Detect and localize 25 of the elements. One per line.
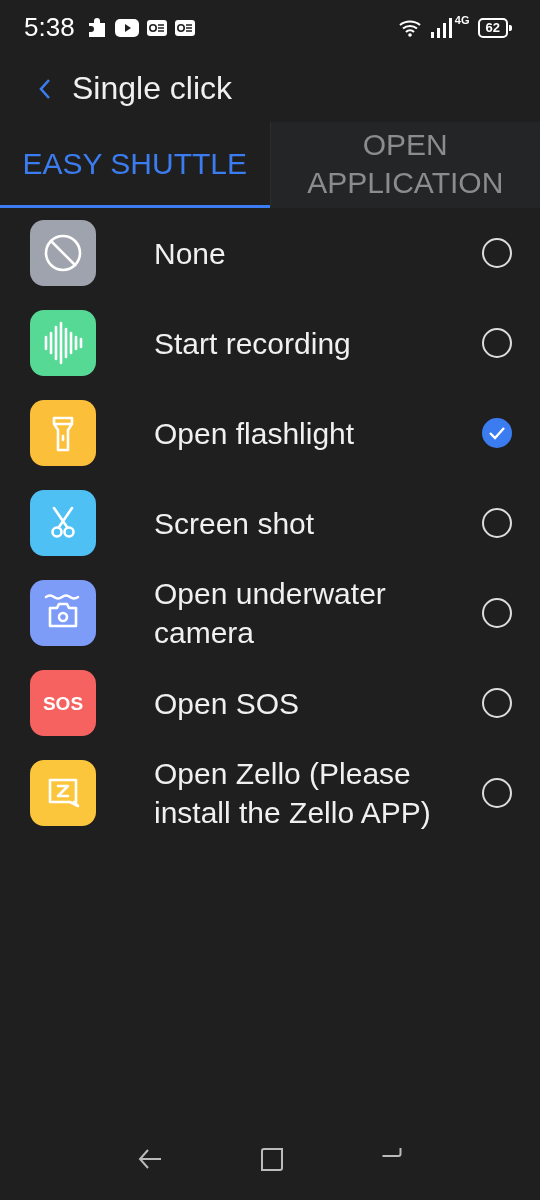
app-icon [146, 19, 167, 36]
puzzle-icon [86, 16, 107, 39]
page-title: Single click [72, 70, 233, 107]
check-icon [488, 426, 506, 440]
back-arrow-icon [137, 1147, 163, 1171]
option-label[interactable]: None [154, 233, 482, 273]
radio-button[interactable] [482, 418, 512, 448]
app-icon [174, 19, 195, 36]
play-icon [114, 18, 139, 37]
home-button[interactable] [259, 1146, 285, 1172]
recents-icon [381, 1147, 403, 1157]
square-icon [259, 1146, 285, 1172]
sos-icon: SOS [30, 670, 96, 736]
back-button[interactable] [137, 1147, 163, 1171]
wifi-icon [398, 18, 423, 37]
tab[interactable]: OPEN APPLICATION [269, 122, 540, 208]
option-label[interactable]: Open underwater camera [154, 574, 482, 652]
option-label[interactable]: Open flashlight [154, 413, 482, 453]
signal-icon [430, 17, 453, 38]
option-label[interactable]: Open Zello (Please install the Zello APP) [154, 754, 482, 832]
network-type: 4G [454, 14, 470, 26]
option-label[interactable]: Start recording [154, 323, 482, 363]
clock-time: 5:38 [24, 12, 75, 43]
option-label[interactable]: Open SOS [154, 683, 482, 723]
option-label[interactable]: Screen shot [154, 503, 482, 543]
